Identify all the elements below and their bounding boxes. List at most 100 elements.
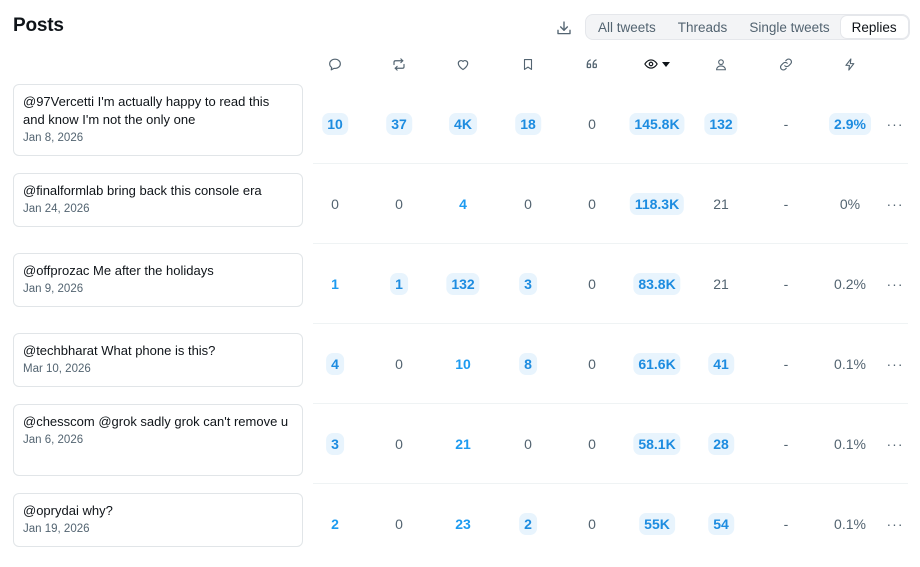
tab-threads[interactable]: Threads xyxy=(667,16,739,38)
table-row[interactable]: @oprydai why? Jan 19, 2026 2 0 23 2 0 55K 54 - 0.1… xyxy=(0,484,920,564)
metric-value[interactable]: 61.6K xyxy=(633,353,681,375)
column-bookmarks[interactable] xyxy=(521,55,535,73)
metric-value[interactable]: 54 xyxy=(708,513,734,535)
metric-value: - xyxy=(783,356,789,372)
column-link-clicks[interactable] xyxy=(779,55,794,73)
cell-bookmarks: 2 xyxy=(519,484,537,564)
metric-value: 0 xyxy=(588,276,596,292)
post-card[interactable]: @offprozac Me after the holidays Jan 9, 2… xyxy=(13,253,303,307)
metric-value[interactable]: 3 xyxy=(326,433,344,455)
metric-value[interactable]: 4K xyxy=(449,113,477,135)
metric-value[interactable]: 2.9% xyxy=(829,113,871,135)
table-row[interactable]: @chesscom @grok sadly grok can't remove … xyxy=(0,404,920,484)
metric-value[interactable]: 1 xyxy=(390,273,408,295)
more-options-button[interactable]: ··· xyxy=(887,164,904,244)
cell-engagement-rate: 0.1% xyxy=(834,404,866,484)
metric-value[interactable]: 1 xyxy=(331,276,339,292)
metric-value[interactable]: 8 xyxy=(519,353,537,375)
metric-value: 0 xyxy=(524,436,532,452)
cell-quotes: 0 xyxy=(588,324,596,404)
post-card[interactable]: @chesscom @grok sadly grok can't remove … xyxy=(13,404,303,476)
profile-visits-icon xyxy=(716,58,726,70)
cell-impressions: 145.8K xyxy=(629,84,685,164)
metric-value[interactable]: 3 xyxy=(519,273,537,295)
metric-value[interactable]: 2 xyxy=(519,513,537,535)
more-options-button[interactable]: ··· xyxy=(887,244,904,324)
metric-value[interactable]: 10 xyxy=(322,113,348,135)
metric-value[interactable]: 37 xyxy=(386,113,412,135)
metric-value: 0 xyxy=(588,196,596,212)
metric-value[interactable]: 83.8K xyxy=(633,273,681,295)
cell-impressions: 58.1K xyxy=(633,404,681,484)
metric-value[interactable]: 145.8K xyxy=(629,113,685,135)
table-row[interactable]: @offprozac Me after the holidays Jan 9, 2… xyxy=(0,244,920,324)
metric-value[interactable]: 41 xyxy=(708,353,734,375)
cell-link-clicks: - xyxy=(784,244,789,324)
metric-value[interactable]: 18 xyxy=(515,113,541,135)
column-impressions[interactable] xyxy=(643,55,671,73)
metric-value[interactable]: 118.3K xyxy=(629,193,685,215)
column-profile-visits[interactable] xyxy=(714,55,728,73)
metric-value[interactable]: 21 xyxy=(455,436,471,452)
cell-profile-visits: 21 xyxy=(713,164,729,244)
cell-bookmarks: 8 xyxy=(519,324,537,404)
post-card[interactable]: @finalformlab bring back this console er… xyxy=(13,173,303,227)
cell-bookmarks: 3 xyxy=(519,244,537,324)
metric-value[interactable]: 4 xyxy=(459,196,467,212)
post-text: @techbharat What phone is this? xyxy=(23,343,216,358)
metric-value[interactable]: 132 xyxy=(704,113,738,135)
cell-impressions: 61.6K xyxy=(633,324,681,404)
metric-value: 0.1% xyxy=(834,516,866,532)
metric-value[interactable]: 23 xyxy=(455,516,471,532)
metric-value[interactable]: 132 xyxy=(446,273,480,295)
column-engagement-rate[interactable] xyxy=(843,55,857,73)
cell-quotes: 0 xyxy=(588,84,596,164)
cell-profile-visits: 41 xyxy=(708,324,734,404)
cell-link-clicks: - xyxy=(784,404,789,484)
tab-replies[interactable]: Replies xyxy=(840,16,908,38)
cell-bookmarks: 0 xyxy=(524,404,532,484)
metric-value: 0.1% xyxy=(834,436,866,452)
post-date: Jan 6, 2026 xyxy=(23,434,84,446)
post-date: Mar 10, 2026 xyxy=(23,363,91,375)
posts-analytics-page: Posts All tweets Threads Single tweets R… xyxy=(0,0,920,567)
table-row[interactable]: @97Vercetti I'm actually happy to read t… xyxy=(0,84,920,164)
post-text: @offprozac Me after the holidays xyxy=(23,263,214,278)
post-date: Jan 8, 2026 xyxy=(23,132,84,144)
cell-engagement-rate: 0.1% xyxy=(834,324,866,404)
reply-icon xyxy=(329,58,341,70)
column-likes[interactable] xyxy=(456,55,471,73)
more-options-button[interactable]: ··· xyxy=(887,404,904,484)
table-row[interactable]: @techbharat What phone is this? Mar 10, 2… xyxy=(0,324,920,404)
post-card[interactable]: @oprydai why? Jan 19, 2026 xyxy=(13,493,303,547)
metric-value[interactable]: 10 xyxy=(455,356,471,372)
post-card[interactable]: @97Vercetti I'm actually happy to read t… xyxy=(13,84,303,156)
cell-engagement-rate: 0% xyxy=(840,164,860,244)
metric-value: - xyxy=(783,436,789,452)
metric-value[interactable]: 28 xyxy=(708,433,734,455)
cell-replies: 1 xyxy=(331,244,339,324)
metric-value: - xyxy=(783,516,789,532)
post-card[interactable]: @techbharat What phone is this? Mar 10, 2… xyxy=(13,333,303,387)
metric-value: 0 xyxy=(395,356,403,372)
more-options-button[interactable]: ··· xyxy=(887,484,904,564)
tab-all-tweets[interactable]: All tweets xyxy=(587,16,667,38)
metric-value: 0 xyxy=(395,196,403,212)
column-replies[interactable] xyxy=(328,55,343,73)
download-button[interactable] xyxy=(552,16,576,40)
post-date: Jan 9, 2026 xyxy=(23,283,84,295)
table-row[interactable]: @finalformlab bring back this console er… xyxy=(0,164,920,244)
more-options-button[interactable]: ··· xyxy=(887,324,904,404)
cell-likes: 21 xyxy=(455,404,471,484)
metric-value[interactable]: 55K xyxy=(639,513,675,535)
cell-profile-visits: 132 xyxy=(704,84,738,164)
post-date: Jan 19, 2026 xyxy=(23,523,90,535)
column-retweets[interactable] xyxy=(391,55,407,73)
metric-value[interactable]: 2 xyxy=(331,516,339,532)
metric-value[interactable]: 4 xyxy=(326,353,344,375)
tab-single-tweets[interactable]: Single tweets xyxy=(738,16,840,38)
more-options-button[interactable]: ··· xyxy=(887,84,904,164)
cell-quotes: 0 xyxy=(588,244,596,324)
metric-value[interactable]: 58.1K xyxy=(633,433,681,455)
column-quotes[interactable] xyxy=(585,55,600,73)
